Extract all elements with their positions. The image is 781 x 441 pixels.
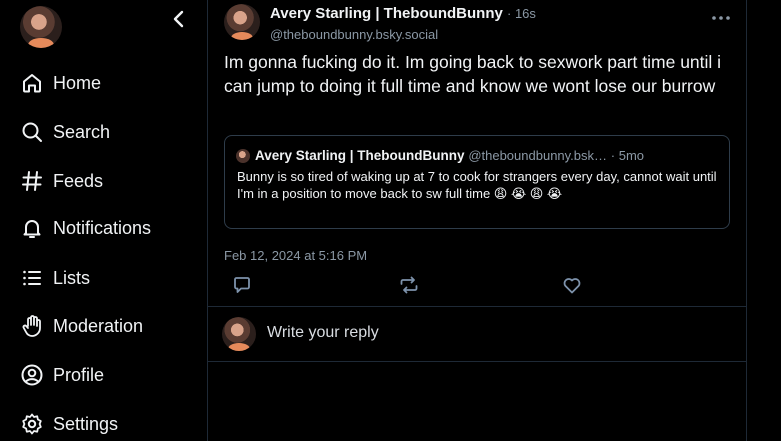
hand-icon <box>20 314 44 338</box>
sidebar: Home Search Feeds Notifications Lists Mo… <box>0 0 207 441</box>
divider <box>208 306 746 307</box>
quote-text: Bunny is so tired of waking up at 7 to c… <box>237 169 717 201</box>
gear-icon <box>20 412 44 436</box>
avatar <box>236 149 250 163</box>
divider <box>207 0 208 441</box>
sidebar-item-label: Moderation <box>53 315 144 336</box>
post-author-line: Avery Starling | TheboundBunny · 16s <box>270 5 536 22</box>
sidebar-item-label: Profile <box>53 364 105 385</box>
sidebar-item-label: Home <box>53 72 102 93</box>
list-icon <box>20 266 44 290</box>
sidebar-item-lists[interactable]: Lists <box>0 256 200 300</box>
home-icon <box>20 71 44 95</box>
sidebar-item-label: Lists <box>53 267 91 288</box>
app-root: Home Search Feeds Notifications Lists Mo… <box>0 0 781 441</box>
post-timestamp: · 16s <box>507 6 536 21</box>
divider <box>746 0 747 441</box>
post-text: Im gonna fucking do it. Im going back to… <box>224 52 722 96</box>
sidebar-item-feeds[interactable]: Feeds <box>0 159 200 203</box>
sidebar-item-label: Feeds <box>53 170 104 191</box>
quote-timestamp: · 5mo <box>610 148 645 163</box>
sidebar-item-label: Settings <box>53 413 119 434</box>
chevron-left-icon[interactable] <box>168 8 190 30</box>
sidebar-item-label: Search <box>53 121 111 142</box>
sidebar-item-settings[interactable]: Settings <box>0 402 200 441</box>
post-actions <box>208 272 746 298</box>
author-name[interactable]: Avery Starling | TheboundBunny <box>270 5 503 22</box>
divider <box>208 361 746 362</box>
quoted-post[interactable]: Avery Starling | TheboundBunny @thebound… <box>224 135 730 229</box>
search-icon <box>20 120 44 144</box>
reply-icon[interactable] <box>231 274 253 296</box>
avatar[interactable] <box>224 4 260 40</box>
like-icon[interactable] <box>561 274 583 296</box>
more-options-icon[interactable] <box>710 10 732 26</box>
bell-icon <box>20 216 44 240</box>
sidebar-item-profile[interactable]: Profile <box>0 353 200 397</box>
hash-icon <box>20 169 44 193</box>
repost-icon[interactable] <box>398 274 420 296</box>
quote-author-name: Avery Starling | TheboundBunny <box>255 148 465 163</box>
sidebar-item-moderation[interactable]: Moderation <box>0 304 200 348</box>
quote-author-line: Avery Starling | TheboundBunny @thebound… <box>255 148 644 163</box>
sidebar-item-search[interactable]: Search <box>0 110 200 154</box>
quote-author-handle: @theboundbunny.bsk… <box>468 148 608 163</box>
author-handle[interactable]: @theboundbunny.bsky.social <box>270 27 438 42</box>
sidebar-item-home[interactable]: Home <box>0 61 200 105</box>
avatar[interactable] <box>20 6 62 48</box>
user-icon <box>20 363 44 387</box>
avatar <box>222 317 256 351</box>
sidebar-item-notifications[interactable]: Notifications <box>0 206 200 250</box>
sidebar-item-label: Notifications <box>53 217 152 238</box>
reply-prompt[interactable]: Write your reply <box>267 324 379 342</box>
post-date: Feb 12, 2024 at 5:16 PM <box>224 248 368 263</box>
